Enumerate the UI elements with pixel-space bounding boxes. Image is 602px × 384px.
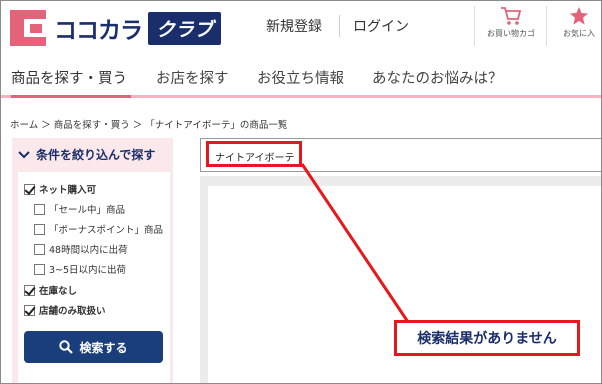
callout-text: 検索結果がありません — [417, 331, 557, 347]
no-results-callout: 検索結果がありません — [394, 320, 580, 356]
